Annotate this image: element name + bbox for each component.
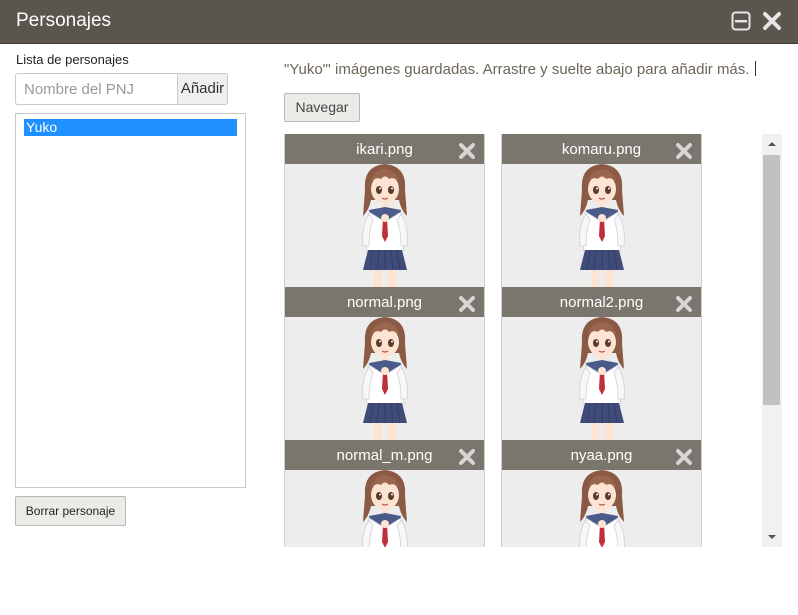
minimize-icon[interactable] — [731, 11, 751, 31]
close-icon[interactable] — [762, 11, 782, 31]
close-icon[interactable] — [675, 142, 693, 160]
image-filename: normal.png — [346, 294, 423, 311]
image-filename: normal_m.png — [336, 447, 433, 464]
image-card[interactable]: normal_m.png — [284, 440, 485, 547]
close-icon[interactable] — [458, 142, 476, 160]
image-card[interactable]: normal.png — [284, 287, 485, 441]
npc-name-input[interactable] — [15, 73, 178, 105]
browse-button[interactable]: Navegar — [284, 93, 360, 122]
character-list-label: Lista de personajes — [16, 52, 129, 67]
character-list-item[interactable]: Yuko — [24, 119, 237, 136]
character-sprite — [355, 466, 415, 547]
text-caret — [755, 61, 756, 76]
image-filename: normal2.png — [559, 294, 644, 311]
chevron-up-icon[interactable] — [762, 134, 782, 154]
image-filename: komaru.png — [561, 141, 642, 158]
close-icon[interactable] — [675, 448, 693, 466]
gallery-scrollbar[interactable] — [762, 134, 782, 547]
window-title: Personajes — [16, 10, 112, 31]
chevron-down-icon[interactable] — [762, 527, 782, 547]
image-gallery: ikari.png komaru.png normal.png normal2.… — [284, 134, 762, 547]
images-info-text: "Yuko"' imágenes guardadas. Arrastre y s… — [284, 61, 750, 78]
character-sprite — [572, 160, 632, 288]
image-card[interactable]: normal2.png — [501, 287, 702, 441]
scrollbar-thumb[interactable] — [763, 155, 780, 405]
image-card[interactable]: ikari.png — [284, 134, 485, 288]
image-card[interactable]: komaru.png — [501, 134, 702, 288]
character-list[interactable]: Yuko — [15, 113, 246, 488]
title-bar: Personajes — [0, 0, 798, 44]
close-icon[interactable] — [675, 295, 693, 313]
character-sprite — [572, 313, 632, 441]
image-card[interactable]: nyaa.png — [501, 440, 702, 547]
close-icon[interactable] — [458, 295, 476, 313]
close-icon[interactable] — [458, 448, 476, 466]
character-sprite — [355, 313, 415, 441]
character-sprite — [572, 466, 632, 547]
delete-character-button[interactable]: Borrar personaje — [15, 496, 126, 526]
add-character-button[interactable]: Añadir — [177, 73, 228, 105]
character-sprite — [355, 160, 415, 288]
image-filename: ikari.png — [356, 141, 413, 158]
image-filename: nyaa.png — [570, 447, 633, 464]
